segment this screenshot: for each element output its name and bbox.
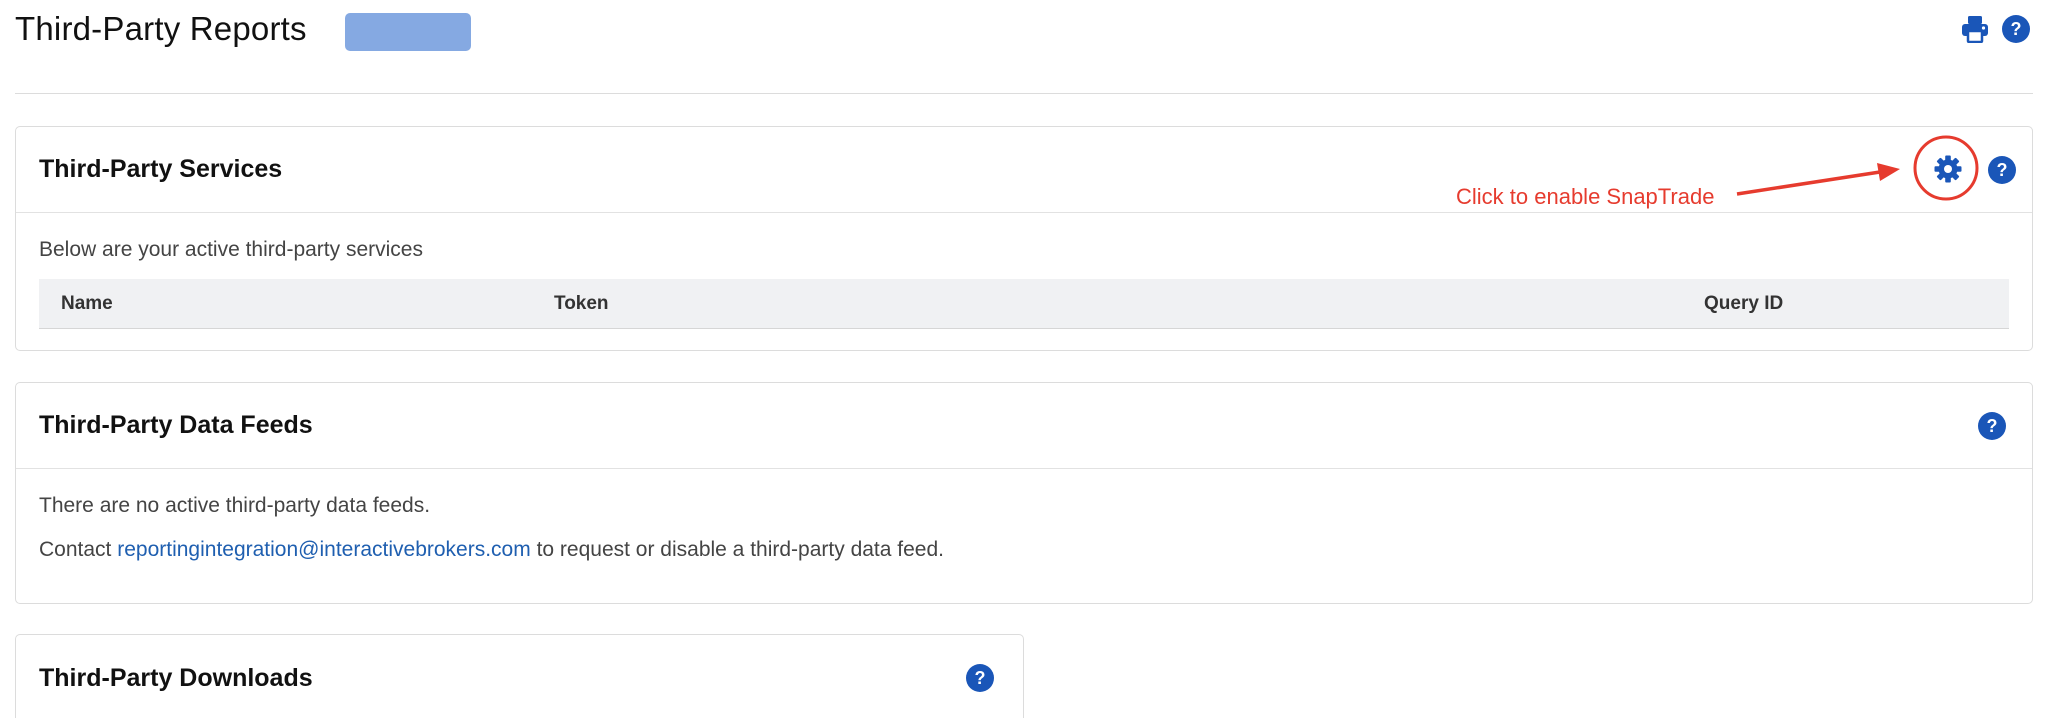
downloads-card-title: Third-Party Downloads	[39, 663, 313, 692]
services-help-icon[interactable]: ?	[1988, 156, 2016, 184]
third-party-downloads-card: Third-Party Downloads ?	[15, 634, 1024, 718]
data-feeds-card-header: Third-Party Data Feeds ?	[16, 383, 2032, 469]
page-title: Third-Party Reports	[15, 10, 307, 47]
third-party-data-feeds-card: Third-Party Data Feeds ? There are no ac…	[15, 382, 2033, 604]
account-selector-badge[interactable]	[345, 13, 471, 51]
contact-email-link[interactable]: reportingintegration@interactivebrokers.…	[117, 538, 531, 561]
gear-icon[interactable]	[1933, 154, 1963, 184]
third-party-services-card: Third-Party Services ? Below are your ac…	[15, 126, 2033, 351]
services-card-title: Third-Party Services	[39, 155, 283, 183]
services-table-header: Name Token Query ID	[39, 279, 2009, 329]
help-icon[interactable]: ?	[2002, 15, 2030, 43]
annotation-text: Click to enable SnapTrade	[1456, 184, 1715, 209]
services-description: Below are your active third-party servic…	[39, 238, 423, 261]
annotation-overlay	[1736, 135, 1979, 201]
services-card-header: Third-Party Services ?	[16, 127, 2032, 213]
downloads-help-icon[interactable]: ?	[966, 664, 994, 692]
third-party-reports-page: Third-Party Reports ? Third-Party Servic…	[0, 0, 2048, 718]
contact-prefix: Contact	[39, 538, 118, 561]
data-feeds-empty-text: There are no active third-party data fee…	[39, 494, 431, 517]
contact-suffix: to request or disable a third-party data…	[530, 538, 944, 561]
header-actions: ?	[1960, 15, 2030, 43]
data-feeds-card-title: Third-Party Data Feeds	[39, 411, 313, 439]
column-header-token[interactable]: Token	[554, 293, 609, 315]
data-feeds-contact-text: Contact reportingintegration@interactive…	[39, 538, 944, 562]
downloads-card-header: Third-Party Downloads ?	[16, 635, 1023, 718]
column-header-query-id[interactable]: Query ID	[1704, 293, 1783, 315]
header-divider	[15, 93, 2033, 94]
data-feeds-help-icon[interactable]: ?	[1978, 412, 2006, 440]
print-icon[interactable]	[1960, 15, 1990, 43]
column-header-name[interactable]: Name	[61, 293, 113, 315]
